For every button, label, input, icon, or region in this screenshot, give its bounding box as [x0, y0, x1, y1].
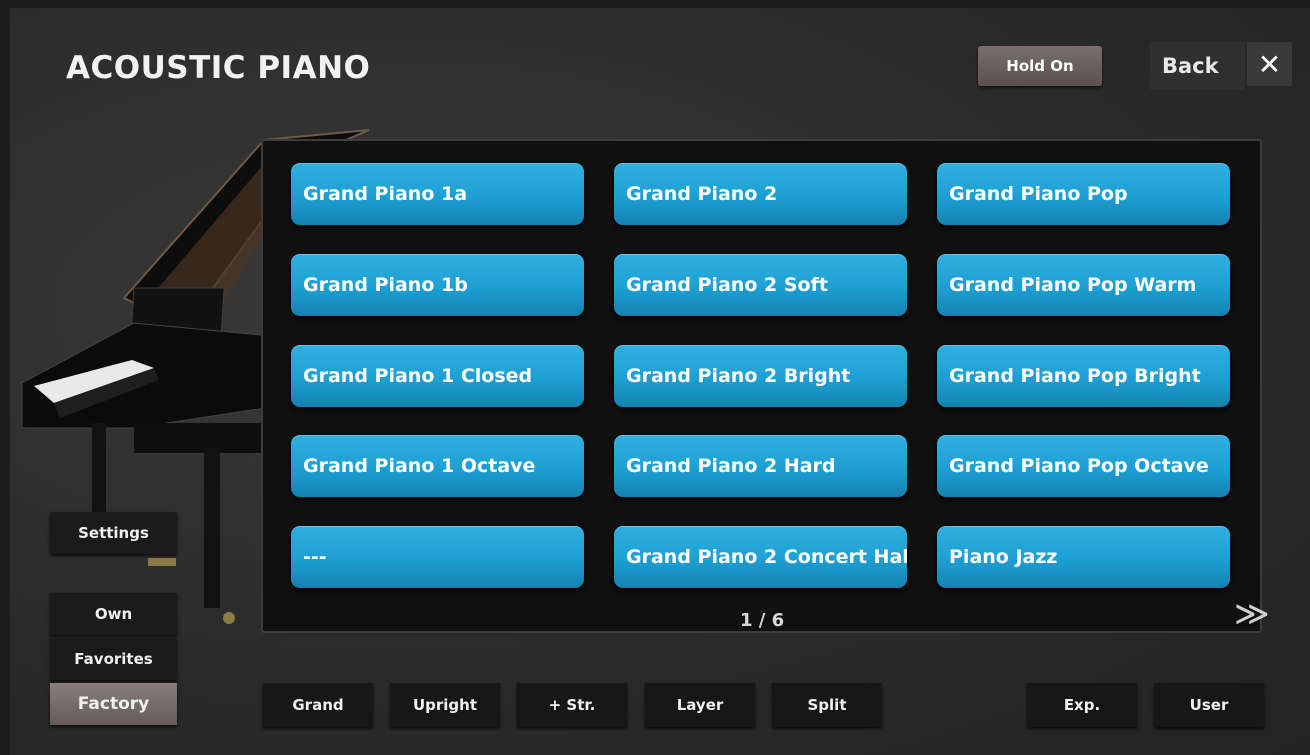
voice-button-grand-piano-pop-warm[interactable]: Grand Piano Pop Warm — [937, 254, 1230, 316]
voice-button-grand-piano-2-concert-hall[interactable]: Grand Piano 2 Concert Hall — [614, 526, 907, 588]
back-button[interactable]: Back — [1150, 42, 1245, 90]
upright-button[interactable]: Upright — [390, 683, 500, 727]
page-indicator: 1 / 6 — [740, 610, 785, 631]
close-icon[interactable]: ✕ — [1247, 42, 1292, 86]
voice-button-grand-piano-1-octave[interactable]: Grand Piano 1 Octave — [291, 435, 584, 497]
voice-button-grand-piano-1a[interactable]: Grand Piano 1a — [291, 163, 584, 225]
split-button[interactable]: Split — [772, 683, 882, 727]
next-page-icon[interactable]: ≫ — [1234, 594, 1270, 634]
exp-button[interactable]: Exp. — [1027, 683, 1137, 727]
voice-button-grand-piano-2-hard[interactable]: Grand Piano 2 Hard — [614, 435, 907, 497]
voice-button-piano-jazz[interactable]: Piano Jazz — [937, 526, 1230, 588]
page-title: ACOUSTIC PIANO — [66, 50, 371, 86]
voice-button-empty[interactable]: --- — [291, 526, 584, 588]
voice-button-grand-piano-pop[interactable]: Grand Piano Pop — [937, 163, 1230, 225]
voice-button-grand-piano-pop-bright[interactable]: Grand Piano Pop Bright — [937, 345, 1230, 407]
voice-button-grand-piano-2-bright[interactable]: Grand Piano 2 Bright — [614, 345, 907, 407]
strings-button[interactable]: + Str. — [517, 683, 627, 727]
factory-button[interactable]: Factory — [50, 683, 177, 725]
hold-on-button[interactable]: Hold On — [978, 46, 1102, 86]
voice-button-grand-piano-2[interactable]: Grand Piano 2 — [614, 163, 907, 225]
voice-button-grand-piano-1b[interactable]: Grand Piano 1b — [291, 254, 584, 316]
own-button[interactable]: Own — [50, 593, 177, 635]
settings-button[interactable]: Settings — [50, 512, 177, 554]
layer-button[interactable]: Layer — [645, 683, 755, 727]
voice-button-grand-piano-2-soft[interactable]: Grand Piano 2 Soft — [614, 254, 907, 316]
grand-button[interactable]: Grand — [263, 683, 373, 727]
voice-button-grand-piano-pop-octave[interactable]: Grand Piano Pop Octave — [937, 435, 1230, 497]
favorites-button[interactable]: Favorites — [50, 638, 177, 680]
user-button[interactable]: User — [1154, 683, 1264, 727]
voice-button-grand-piano-1-closed[interactable]: Grand Piano 1 Closed — [291, 345, 584, 407]
